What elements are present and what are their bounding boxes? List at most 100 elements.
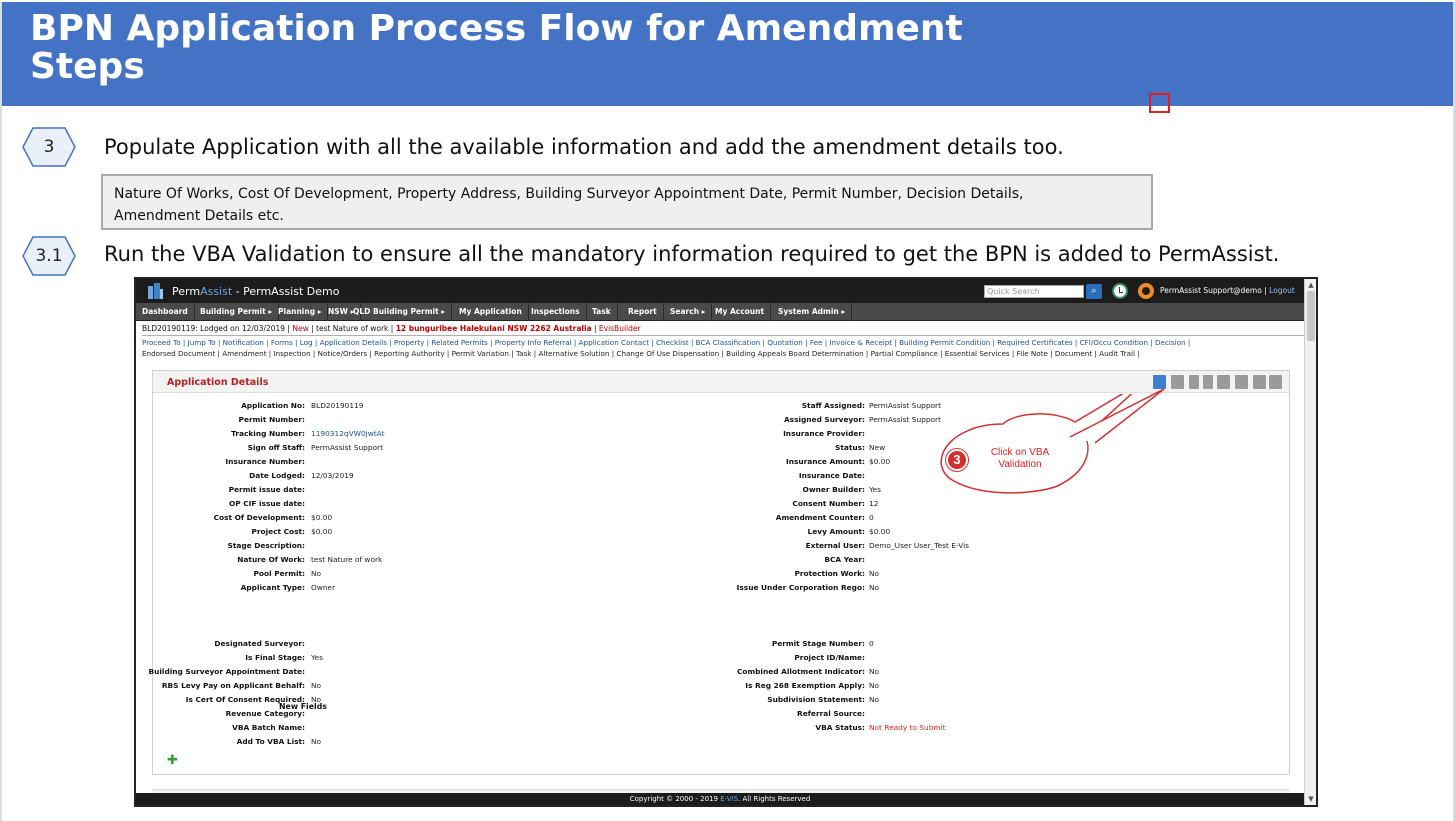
note-line2: Amendment Details etc. bbox=[114, 208, 284, 224]
search-icon: ⌕ bbox=[1091, 286, 1097, 296]
lock-doc-icon[interactable] bbox=[1203, 375, 1213, 389]
detail-field-value: Owner bbox=[311, 583, 336, 592]
clock-icon[interactable] bbox=[1112, 283, 1128, 299]
logout-link[interactable]: Logout bbox=[1269, 286, 1295, 295]
panel-title: Application Details bbox=[167, 377, 269, 388]
crumb-status: New bbox=[292, 324, 309, 333]
detail-field-label: Levy Amount: bbox=[807, 527, 865, 536]
crumb-builder: EvisBuilder bbox=[598, 324, 641, 333]
note-line1: Nature Of Works, Cost Of Development, Pr… bbox=[114, 186, 1024, 202]
crumb-address: 12 bunguribee Halekulani NSW 2262 Austra… bbox=[395, 324, 592, 333]
detail-field-value: $0.00 bbox=[869, 457, 891, 466]
detail-field-label: OP CIF issue date: bbox=[228, 499, 305, 508]
detail-field-label: Consent Number: bbox=[792, 499, 865, 508]
new-field-label: Project ID/Name: bbox=[794, 653, 865, 662]
detail-field-label: BCA Year: bbox=[824, 555, 865, 564]
menu-my-account[interactable]: My Account bbox=[709, 303, 772, 321]
step-3-1-text: Run the VBA Validation to ensure all the… bbox=[104, 242, 1280, 266]
new-fields-heading: New Fields bbox=[279, 702, 327, 711]
new-field-label: Building Surveyor Appointment Date: bbox=[148, 667, 306, 676]
section-links-line2[interactable]: Endorsed Document | Amendment | Inspecti… bbox=[142, 348, 1302, 359]
menu-qld-building-permit[interactable]: QLD Building Permit ▸ bbox=[347, 303, 453, 321]
brand-perm: Perm bbox=[172, 285, 201, 298]
brand-rest: - PermAssist Demo bbox=[232, 285, 340, 298]
menu-building-permit[interactable]: Building Permit ▸ bbox=[194, 303, 280, 321]
detail-field-value: test Nature of work bbox=[311, 555, 383, 564]
scroll-up-icon[interactable]: ▲ bbox=[1307, 281, 1315, 289]
menu-system-admin[interactable]: System Admin ▸ bbox=[772, 303, 853, 321]
document-icon[interactable] bbox=[1171, 375, 1184, 389]
bank-icon[interactable] bbox=[1235, 375, 1248, 389]
detail-field-label: Owner Builder: bbox=[802, 485, 865, 494]
detail-field-label: Insurance Amount: bbox=[785, 457, 865, 466]
detail-field-label: Amendment Counter: bbox=[775, 513, 865, 522]
app-topbar: PermAssist - PermAssist Demo Quick Searc… bbox=[136, 279, 1304, 303]
permassist-window: PermAssist - PermAssist Demo Quick Searc… bbox=[134, 277, 1318, 807]
detail-field-label: Cost Of Development: bbox=[213, 513, 305, 522]
crumb-prefix: BLD20190119: Lodged on 12/03/2019 | bbox=[142, 324, 293, 333]
detail-field-label: Permit issue date: bbox=[228, 485, 305, 494]
edit-document-icon[interactable] bbox=[1253, 375, 1266, 389]
detail-field-label: Permit Number: bbox=[238, 415, 305, 424]
detail-field-value: New bbox=[869, 443, 886, 452]
detail-field-value: Yes bbox=[869, 485, 881, 494]
app-title: PermAssist - PermAssist Demo bbox=[172, 285, 339, 298]
new-field-value: No bbox=[869, 681, 880, 690]
search-button[interactable]: ⌕ bbox=[1086, 284, 1102, 299]
help-lifering-icon[interactable] bbox=[1138, 283, 1154, 299]
detail-field-label: Protection Work: bbox=[794, 569, 865, 578]
menu-dashboard[interactable]: Dashboard bbox=[136, 303, 195, 321]
brand-assist: Assist bbox=[200, 285, 233, 298]
slide-header: BPN Application Process Flow for Amendme… bbox=[2, 2, 1453, 106]
menu-task[interactable]: Task bbox=[586, 303, 618, 321]
detail-field-label: Staff Assigned: bbox=[801, 401, 865, 410]
scroll-thumb[interactable] bbox=[1307, 291, 1315, 341]
detail-field-value[interactable]: 1190312qVW0jwtAt bbox=[311, 429, 385, 438]
callout-pointer bbox=[1069, 388, 1165, 444]
menu-inspections[interactable]: Inspections bbox=[525, 303, 587, 321]
crumb-sep: | bbox=[591, 324, 599, 333]
menu-report[interactable]: Report bbox=[622, 303, 664, 321]
step-3-number: 3 bbox=[43, 137, 55, 157]
detail-field-label: Applicant Type: bbox=[240, 583, 305, 592]
new-field-value: Not Ready to Submit bbox=[869, 723, 946, 732]
detail-field-label: Insurance Number: bbox=[225, 457, 305, 466]
building-logo-icon bbox=[148, 283, 163, 299]
footer-evis-link[interactable]: E-VIS bbox=[720, 795, 738, 803]
detail-field-value: PermAssist Support bbox=[869, 415, 941, 424]
document-user-icon[interactable] bbox=[1217, 375, 1230, 389]
user-info: PermAssist Support@demo | Logout bbox=[1160, 286, 1295, 295]
detail-field-value: 12/03/2019 bbox=[311, 471, 354, 480]
menu-planning[interactable]: Planning ▸ bbox=[272, 303, 329, 321]
detail-field-value: $0.00 bbox=[311, 527, 333, 536]
new-field-label: Subdivision Statement: bbox=[767, 695, 865, 704]
new-field-value: 0 bbox=[869, 639, 874, 648]
new-field-label: Combined Allotment Indicator: bbox=[736, 667, 865, 676]
detail-field-label: Sign off Staff: bbox=[247, 443, 305, 452]
step-3-1-number: 3.1 bbox=[35, 246, 63, 266]
lock-icon[interactable] bbox=[1189, 375, 1199, 389]
step-3-1-hexagon: 3.1 bbox=[22, 236, 76, 276]
detail-field-value: BLD20190119 bbox=[311, 401, 364, 410]
step-3-hexagon: 3 bbox=[22, 127, 76, 167]
app-footer: Copyright © 2000 - 2019 E-VIS. All Right… bbox=[136, 793, 1304, 805]
print-icon[interactable] bbox=[1269, 375, 1282, 389]
detail-field-value: PermAssist Support bbox=[311, 443, 383, 452]
detail-field-value: $0.00 bbox=[311, 513, 333, 522]
scrollbar[interactable]: ▲ ▼ bbox=[1304, 279, 1316, 805]
detail-field-label: Date Lodged: bbox=[249, 471, 305, 480]
add-plus-icon[interactable]: ✚ bbox=[167, 753, 178, 768]
detail-field-label: Tracking Number: bbox=[231, 429, 305, 438]
scroll-down-icon[interactable]: ▼ bbox=[1307, 795, 1315, 803]
detail-field-label: Nature Of Work: bbox=[237, 555, 305, 564]
new-field-label: VBA Status: bbox=[815, 723, 865, 732]
slide-title-line2: Steps bbox=[30, 46, 145, 87]
footer-copyright: Copyright © 2000 - 2019 bbox=[629, 795, 721, 803]
vba-validation-highlight bbox=[1149, 93, 1170, 113]
slide-border-left bbox=[0, 2, 2, 821]
detail-field-label: Pool Permit: bbox=[253, 569, 305, 578]
menu-my-application[interactable]: My Application bbox=[453, 303, 529, 321]
quick-search-input[interactable]: Quick Search bbox=[984, 285, 1084, 298]
section-links-line1[interactable]: Proceed To | Jump To | Notification | Fo… bbox=[142, 337, 1302, 348]
menu-search[interactable]: Search ▸ bbox=[664, 303, 713, 321]
